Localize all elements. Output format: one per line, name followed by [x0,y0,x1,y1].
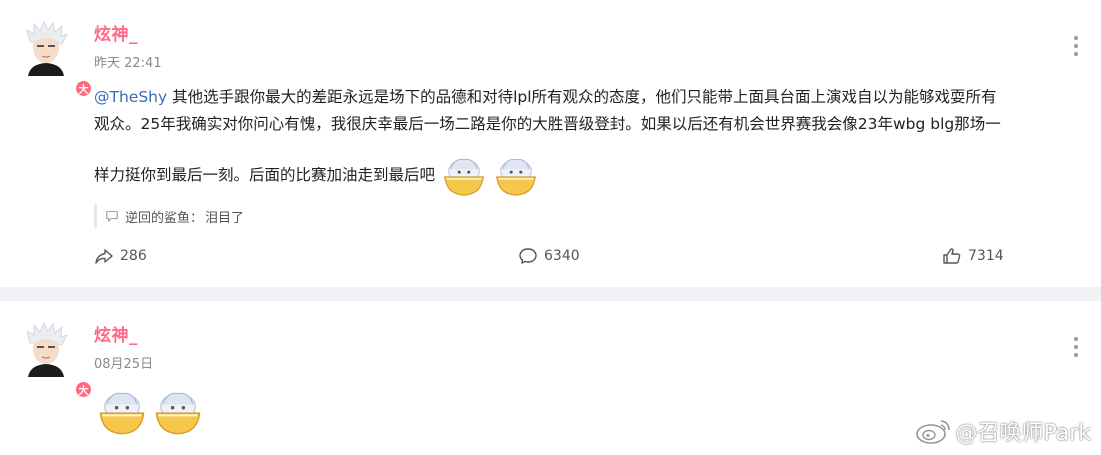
weibo-post: 大 炫神_ 昨天 22:41 @TheShy 其他选手跟你最大的差距永远是场下的… [0,0,1101,287]
comment-button[interactable]: 6340 [518,246,580,266]
weibo-logo-icon [916,420,951,444]
content-line-2: 观众。25年我确实对你问心有愧，我很庆幸最后一场二路是你的大胜晋级登封。如果以后… [94,115,1001,133]
author-avatar[interactable]: 大 [22,20,93,98]
vip-badge: 大 [74,380,93,399]
content-line-1: @TheShy 其他选手跟你最大的差距永远是场下的品德和对待lpl所有观众的态度… [94,88,997,106]
content-line-3: 样力挺你到最后一刻。后面的比赛加油走到最后吧 [94,152,1084,198]
post-content: @TheShy 其他选手跟你最大的差距永远是场下的品德和对待lpl所有观众的态度… [94,84,1084,198]
author-name[interactable]: 炫神_ [94,321,138,346]
like-button[interactable]: 7314 [942,246,1004,266]
post-separator [0,287,1101,301]
comment-separator: ： [190,210,204,226]
comment-bubble-icon [106,211,118,222]
author-avatar[interactable]: 大 [22,321,93,399]
share-count: 286 [120,248,147,264]
thumbs-up-icon [943,248,961,264]
share-button[interactable]: 286 [94,246,147,266]
watermark-text: @召唤师Park [955,421,1091,446]
like-count: 7314 [968,248,1004,264]
top-comment[interactable]: 逆回的鲨鱼：泪目了 [94,204,1074,228]
more-options-icon[interactable] [1073,36,1079,56]
post-content [96,385,204,437]
bowl-emoji-icon [444,158,484,196]
bowl-emoji-icon [155,392,201,435]
share-icon [95,249,113,264]
more-options-icon[interactable] [1073,337,1079,357]
post-time[interactable]: 昨天 22:41 [94,52,162,71]
vip-badge: 大 [74,79,93,98]
comment-text: 泪目了 [205,210,245,226]
comment-count: 6340 [544,248,580,264]
comment-icon [519,248,537,264]
bowl-emoji-icon [496,158,536,196]
bowl-emoji-icon [99,392,145,435]
author-name[interactable]: 炫神_ [94,20,138,45]
comment-user[interactable]: 逆回的鲨鱼 [125,207,190,226]
watermark: @召唤师Park [913,415,1091,447]
post-time[interactable]: 08月25日 [94,353,153,372]
mention-link[interactable]: @TheShy [94,88,167,106]
